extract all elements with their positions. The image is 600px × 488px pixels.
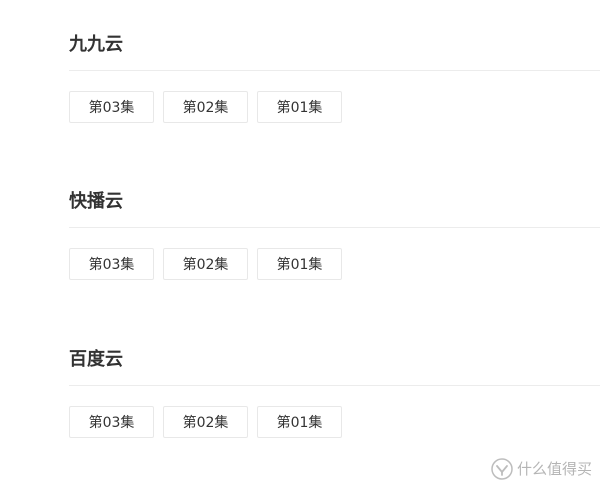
episode-button-03[interactable]: 第03集 <box>69 406 154 438</box>
divider <box>69 227 600 228</box>
source-section-kuaibo: 快播云 第03集 第02集 第01集 <box>69 190 600 280</box>
watermark: 什么值得买 <box>491 458 592 480</box>
episode-list: 第03集 第02集 第01集 <box>69 91 342 123</box>
episode-button-02[interactable]: 第02集 <box>163 406 248 438</box>
source-section-baiduyun: 百度云 第03集 第02集 第01集 <box>69 348 600 438</box>
episode-button-01[interactable]: 第01集 <box>257 248 342 280</box>
source-section-jiujiuyun: 九九云 第03集 第02集 第01集 <box>69 33 600 123</box>
episode-button-01[interactable]: 第01集 <box>257 406 342 438</box>
episode-button-02[interactable]: 第02集 <box>163 91 248 123</box>
episode-button-01[interactable]: 第01集 <box>257 91 342 123</box>
episode-button-03[interactable]: 第03集 <box>69 91 154 123</box>
episode-button-02[interactable]: 第02集 <box>163 248 248 280</box>
divider <box>69 70 600 71</box>
value-icon <box>491 458 513 480</box>
divider <box>69 385 600 386</box>
episode-button-03[interactable]: 第03集 <box>69 248 154 280</box>
section-title: 百度云 <box>69 349 123 370</box>
watermark-text: 什么值得买 <box>516 460 592 478</box>
section-title: 九九云 <box>69 34 123 55</box>
episode-list: 第03集 第02集 第01集 <box>69 248 342 280</box>
episode-list: 第03集 第02集 第01集 <box>69 406 342 438</box>
section-title: 快播云 <box>69 191 123 212</box>
